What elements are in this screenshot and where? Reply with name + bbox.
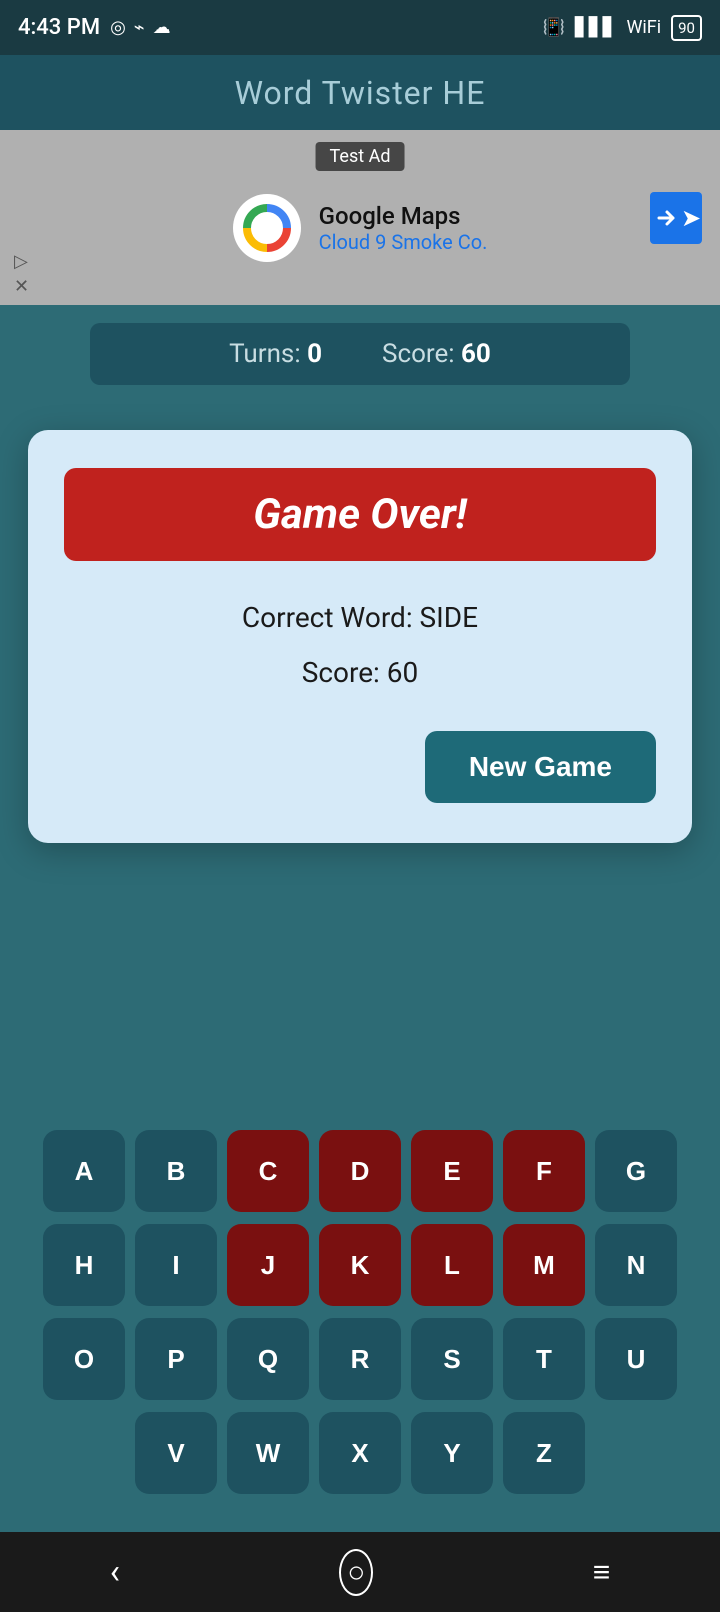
app-title: Word Twister HE bbox=[235, 74, 486, 112]
keyboard-row-4: V W X Y Z bbox=[10, 1412, 710, 1494]
home-icon[interactable]: ○ bbox=[339, 1549, 373, 1596]
status-icons: ◎ ⌁ ☁ bbox=[110, 17, 171, 38]
ad-label: Test Ad bbox=[316, 142, 405, 171]
ad-content: Google Maps Cloud 9 Smoke Co. bbox=[233, 194, 488, 262]
key-U[interactable]: U bbox=[595, 1318, 677, 1400]
key-G[interactable]: G bbox=[595, 1130, 677, 1212]
key-B[interactable]: B bbox=[135, 1130, 217, 1212]
game-over-banner: Game Over! bbox=[64, 468, 656, 561]
status-bar-right: 📳 ▋▋▋ WiFi 90 bbox=[542, 15, 702, 41]
ad-play-icon: ▷ bbox=[14, 251, 29, 272]
key-I[interactable]: I bbox=[135, 1224, 217, 1306]
game-over-title: Game Over! bbox=[253, 490, 467, 539]
score-value: 60 bbox=[461, 339, 491, 369]
ad-bottom-icons: ▷ ✕ bbox=[14, 251, 29, 297]
key-Q[interactable]: Q bbox=[227, 1318, 309, 1400]
key-P[interactable]: P bbox=[135, 1318, 217, 1400]
keyboard-row-2: H I J K L M N bbox=[10, 1224, 710, 1306]
battery-indicator: 90 bbox=[671, 15, 702, 41]
key-H[interactable]: H bbox=[43, 1224, 125, 1306]
signal-icon: ▋▋▋ bbox=[575, 17, 617, 38]
turns-label: Turns: 0 bbox=[229, 339, 322, 369]
score-label: Score: 60 bbox=[382, 339, 491, 369]
key-C[interactable]: C bbox=[227, 1130, 309, 1212]
wifi-icon: WiFi bbox=[626, 17, 661, 38]
key-Y[interactable]: Y bbox=[411, 1412, 493, 1494]
key-N[interactable]: N bbox=[595, 1224, 677, 1306]
ad-subtitle: Cloud 9 Smoke Co. bbox=[319, 230, 488, 254]
key-J[interactable]: J bbox=[227, 1224, 309, 1306]
keyboard-area: A B C D E F G H I J K L M N O P Q R S T … bbox=[0, 1114, 720, 1522]
key-W[interactable]: W bbox=[227, 1412, 309, 1494]
correct-word-label: Correct Word: SIDE bbox=[64, 601, 656, 634]
nav-bar: ‹ ○ ≡ bbox=[0, 1532, 720, 1612]
cloud-icon: ☁ bbox=[153, 17, 171, 38]
key-O[interactable]: O bbox=[43, 1318, 125, 1400]
ad-arrow-icon[interactable]: ➤ bbox=[650, 192, 702, 244]
ad-logo bbox=[233, 194, 301, 262]
back-icon[interactable]: ‹ bbox=[110, 1552, 120, 1592]
ad-company-name: Google Maps bbox=[319, 202, 488, 230]
app-title-bar: Word Twister HE bbox=[0, 55, 720, 130]
usb-icon: ⌁ bbox=[134, 17, 145, 38]
ad-banner[interactable]: Test Ad Google Maps Cloud 9 Smoke Co. ➤ … bbox=[0, 130, 720, 305]
ad-text-block: Google Maps Cloud 9 Smoke Co. bbox=[319, 202, 488, 254]
key-A[interactable]: A bbox=[43, 1130, 125, 1212]
key-T[interactable]: T bbox=[503, 1318, 585, 1400]
key-F[interactable]: F bbox=[503, 1130, 585, 1212]
modal-score-label: Score: 60 bbox=[64, 656, 656, 689]
key-S[interactable]: S bbox=[411, 1318, 493, 1400]
menu-icon[interactable]: ≡ bbox=[593, 1555, 611, 1590]
key-X[interactable]: X bbox=[319, 1412, 401, 1494]
key-Z[interactable]: Z bbox=[503, 1412, 585, 1494]
game-over-modal: Game Over! Correct Word: SIDE Score: 60 … bbox=[28, 430, 692, 843]
status-time: 4:43 PM bbox=[18, 15, 100, 40]
key-E[interactable]: E bbox=[411, 1130, 493, 1212]
key-R[interactable]: R bbox=[319, 1318, 401, 1400]
new-game-button[interactable]: New Game bbox=[425, 731, 656, 803]
turns-value: 0 bbox=[307, 339, 322, 369]
key-L[interactable]: L bbox=[411, 1224, 493, 1306]
vibrate-icon: 📳 bbox=[542, 17, 564, 38]
modal-info: Correct Word: SIDE Score: 60 bbox=[64, 601, 656, 689]
key-V[interactable]: V bbox=[135, 1412, 217, 1494]
modal-actions: New Game bbox=[64, 731, 656, 803]
keyboard-row-3: O P Q R S T U bbox=[10, 1318, 710, 1400]
ad-close-icon[interactable]: ✕ bbox=[14, 276, 29, 297]
key-D[interactable]: D bbox=[319, 1130, 401, 1212]
whatsapp-icon: ◎ bbox=[110, 17, 126, 38]
key-K[interactable]: K bbox=[319, 1224, 401, 1306]
score-bar: Turns: 0 Score: 60 bbox=[90, 323, 630, 385]
keyboard-row-1: A B C D E F G bbox=[10, 1130, 710, 1212]
key-M[interactable]: M bbox=[503, 1224, 585, 1306]
status-bar-left: 4:43 PM ◎ ⌁ ☁ bbox=[18, 15, 171, 40]
status-bar: 4:43 PM ◎ ⌁ ☁ 📳 ▋▋▋ WiFi 90 bbox=[0, 0, 720, 55]
